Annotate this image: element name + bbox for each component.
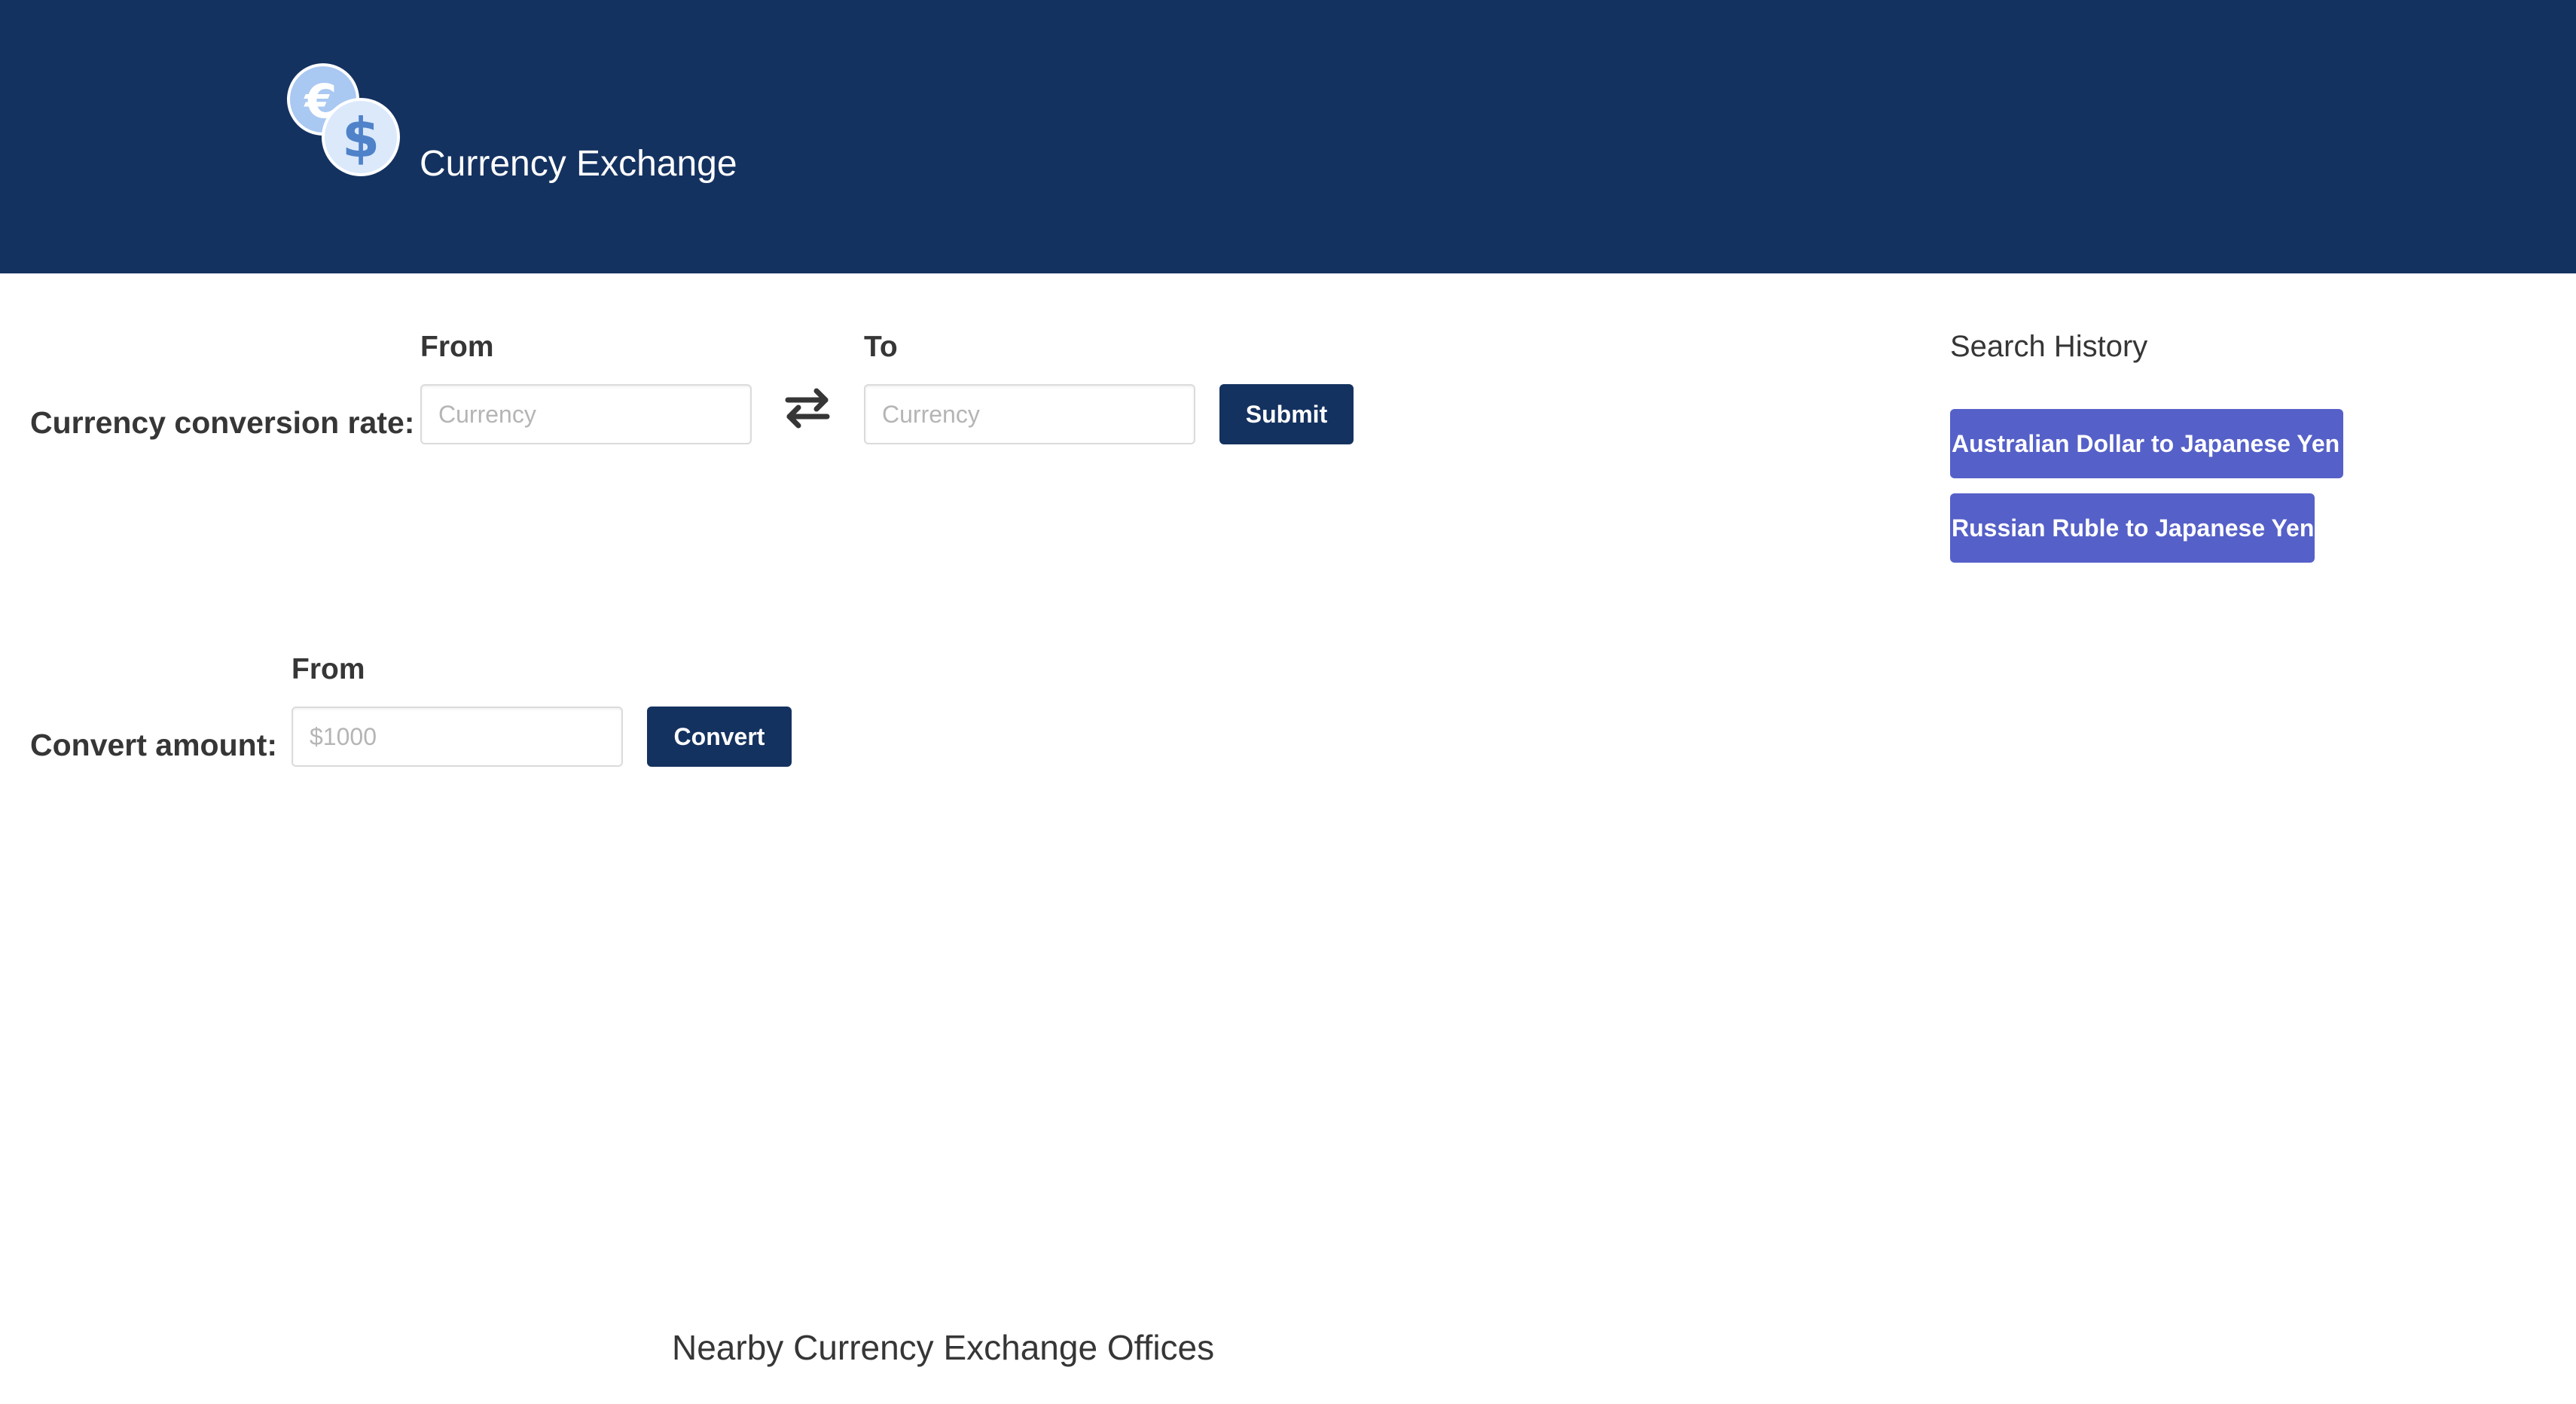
search-history-title: Search History: [1950, 330, 2148, 363]
rate-from-label: From: [420, 331, 494, 363]
nearby-offices-title: Nearby Currency Exchange Offices: [672, 1328, 1215, 1367]
search-history-item[interactable]: Russian Ruble to Japanese Yen: [1950, 493, 2315, 563]
submit-button[interactable]: Submit: [1219, 384, 1354, 444]
currency-exchange-coins-icon: € $: [287, 63, 400, 176]
amount-from-label: From: [291, 653, 365, 685]
app-header: € $ Currency Exchange: [0, 0, 2576, 273]
rate-to-label: To: [864, 331, 898, 363]
conversion-rate-label: Currency conversion rate:: [30, 405, 415, 440]
amount-input[interactable]: [291, 707, 623, 767]
convert-button[interactable]: Convert: [647, 707, 792, 767]
swap-arrows-icon[interactable]: [783, 384, 832, 432]
app-title: Currency Exchange: [420, 144, 737, 184]
svg-text:$: $: [342, 106, 380, 169]
rate-from-currency-input[interactable]: [420, 384, 752, 444]
convert-amount-label: Convert amount:: [30, 728, 277, 762]
search-history-item[interactable]: Australian Dollar to Japanese Yen: [1950, 409, 2343, 478]
rate-to-currency-input[interactable]: [864, 384, 1195, 444]
